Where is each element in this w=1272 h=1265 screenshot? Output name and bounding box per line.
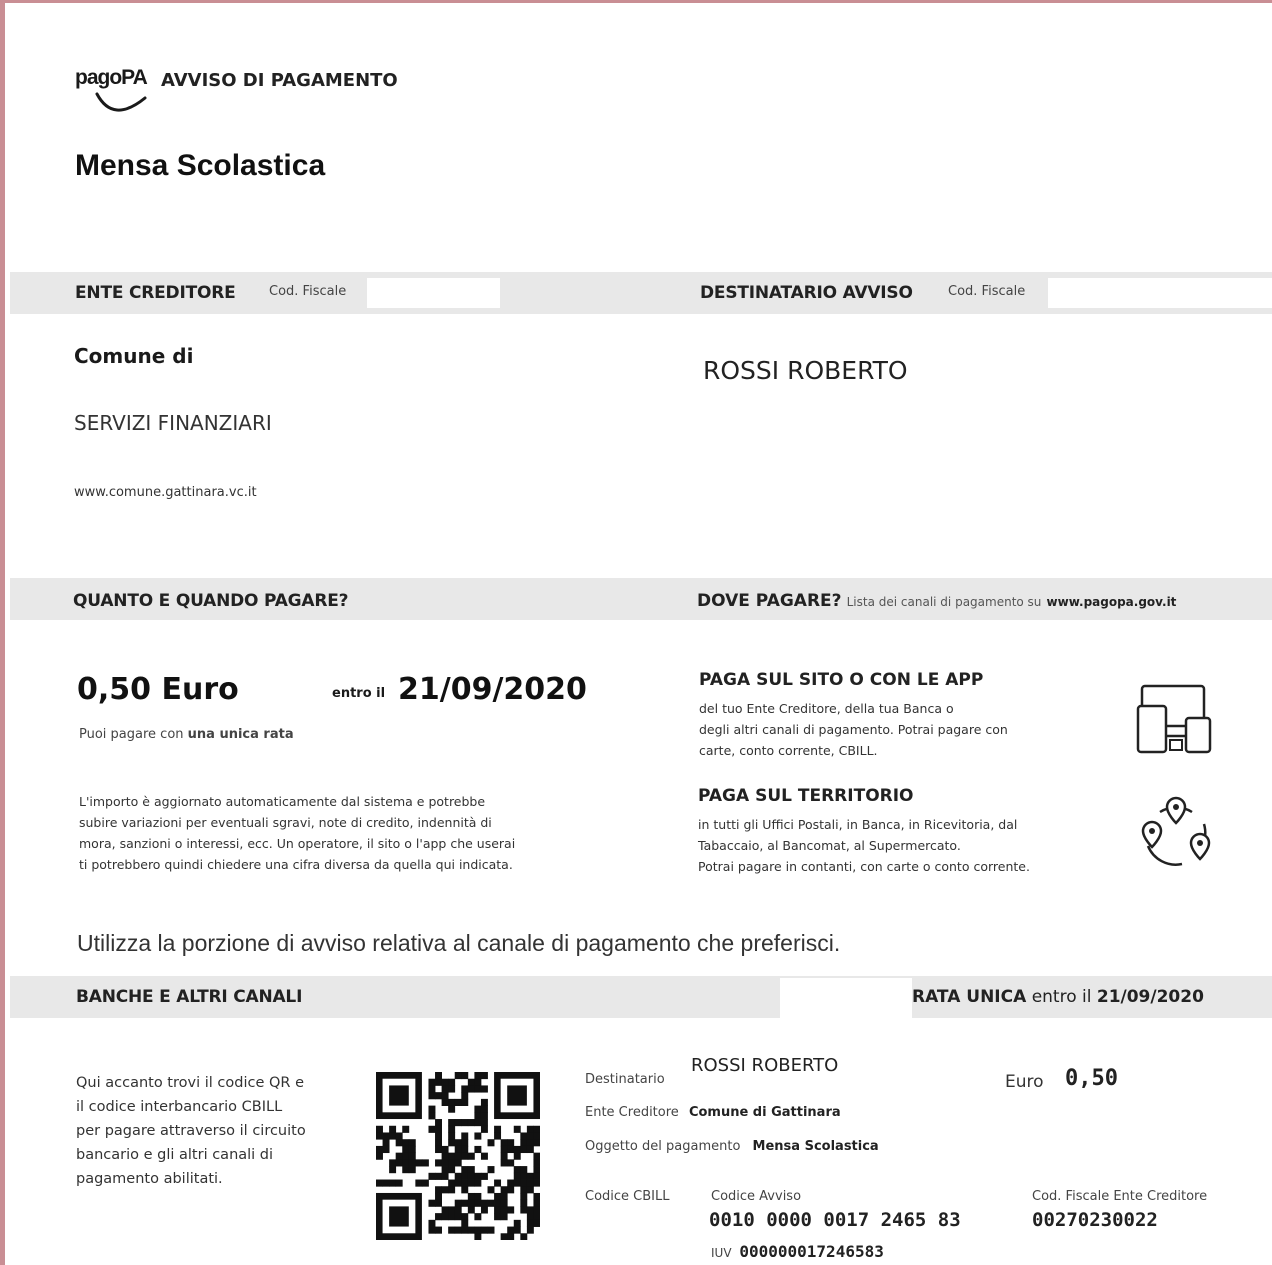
creditor-row-label: Ente Creditore [585,1105,679,1120]
page-top-rule [0,0,1272,3]
territory-line: Potrai pagare in contanti, con carte o c… [698,859,1030,874]
desc-line: bancario e gli altri canali di [76,1147,274,1163]
note-line: subire variazioni per eventuali sgravi, … [79,815,492,830]
where-heading-row: DOVE PAGARE? Lista dei canali di pagamen… [697,591,1176,611]
recipient-cf-label: Cod. Fiscale [948,284,1026,299]
amount-value: 0,50 Euro [77,672,239,707]
devices-icon [1136,684,1212,754]
pagopa-logo: pagoPA [75,66,165,122]
creditor-cf-code-label: Cod. Fiscale Ente Creditore [1032,1189,1208,1204]
recipient-heading: DESTINATARIO AVVISO [700,283,913,303]
rata-label: RATA UNICA [912,987,1027,1007]
territory-text: in tutti gli Uffici Postali, in Banca, i… [698,814,1118,877]
territory-line: Tabaccaio, al Bancomat, al Supermercato. [698,838,961,853]
creditor-cf-value [367,278,500,308]
online-line: carte, conto corrente, CBILL. [699,743,878,758]
due-prefix: entro il [332,686,386,701]
note-line: L'importo è aggiornato automaticamente d… [79,794,486,809]
cbill-label: Codice CBILL [585,1189,670,1204]
creditor-row: Ente Creditore Comune di Gattinara [585,1105,841,1120]
page-title: Mensa Scolastica [75,149,326,182]
desc-line: per pagare attraverso il circuito [76,1123,306,1139]
iuv-label: IUV [711,1246,732,1260]
note-line: ti potrebbero quindi chiedere una cifra … [79,857,513,872]
recipient-value: ROSSI ROBERTO [691,1055,839,1076]
bank-heading: BANCHE E ALTRI CANALI [76,987,303,1007]
online-title: PAGA SUL SITO O CON LE APP [699,670,984,690]
desc-line: pagamento abilitati. [76,1171,223,1187]
iuv-value: 000000017246583 [739,1242,884,1261]
euro-value: 0,50 [1065,1066,1118,1091]
recipient-name: ROSSI ROBERTO [703,356,908,385]
amount-note: L'importo è aggiornato automaticamente d… [79,791,599,875]
creditor-name: Comune di [74,344,194,368]
installment-bold: una unica rata [187,727,294,742]
online-line: del tuo Ente Creditore, della tua Banca … [699,701,954,716]
online-text: del tuo Ente Creditore, della tua Banca … [699,698,1099,761]
creditor-department: SERVIZI FINANZIARI [74,411,272,435]
amount-heading: QUANTO E QUANDO PAGARE? [73,591,349,611]
territory-title: PAGA SUL TERRITORIO [698,786,914,806]
creditor-heading: ENTE CREDITORE [75,283,236,303]
qr-modules [376,1072,540,1240]
object-row-label: Oggetto del pagamento [585,1139,741,1154]
payment-qr-code [376,1072,540,1240]
creditor-row-value: Comune di Gattinara [688,1105,841,1120]
notice-code-label: Codice Avviso [711,1189,802,1204]
pagopa-website-link[interactable]: www.pagopa.gov.it [1047,595,1177,609]
object-row-value: Mensa Scolastica [752,1139,879,1154]
pagopa-arc-icon [95,92,147,112]
where-heading: DOVE PAGARE? [697,591,842,611]
rata-date: 21/09/2020 [1096,987,1204,1007]
rata-prefix: entro il [1031,987,1092,1007]
page-left-rule [0,0,5,1265]
online-line: degli altri canali di pagamento. Potrai … [699,722,1008,737]
channel-instruction: Utilizza la porzione di avviso relativa … [77,930,841,956]
recipient-label: Destinatario [585,1072,665,1087]
installment-prefix: Puoi pagare con [79,727,184,742]
location-pins-icon [1141,796,1211,866]
rata-info: RATA UNICA entro il 21/09/2020 [912,987,1204,1007]
territory-line: in tutti gli Uffici Postali, in Banca, i… [698,817,1018,832]
euro-label: Euro [1005,1072,1044,1092]
recipient-cf-value [1048,278,1272,308]
iuv-row: IUV 000000017246583 [711,1242,884,1261]
redacted-box [780,978,912,1018]
creditor-cf-code-value: 00270230022 [1032,1209,1158,1231]
desc-line: Qui accanto trovi il codice QR e [76,1075,304,1091]
notice-type: AVVISO DI PAGAMENTO [161,70,398,91]
notice-code-value: 0010 0000 0017 2465 83 [709,1209,961,1231]
installment-text: Puoi pagare con una unica rata [79,727,294,742]
creditor-website: www.comune.gattinara.vc.it [74,485,257,500]
where-subtext: Lista dei canali di pagamento su [846,595,1042,609]
object-row: Oggetto del pagamento Mensa Scolastica [585,1139,879,1154]
desc-line: il codice interbancario CBILL [76,1099,283,1115]
bank-description: Qui accanto trovi il codice QR e il codi… [76,1071,346,1191]
creditor-cf-label: Cod. Fiscale [269,284,347,299]
note-line: mora, sanzioni o interessi, ecc. Un oper… [79,836,516,851]
due-date: 21/09/2020 [398,672,587,707]
